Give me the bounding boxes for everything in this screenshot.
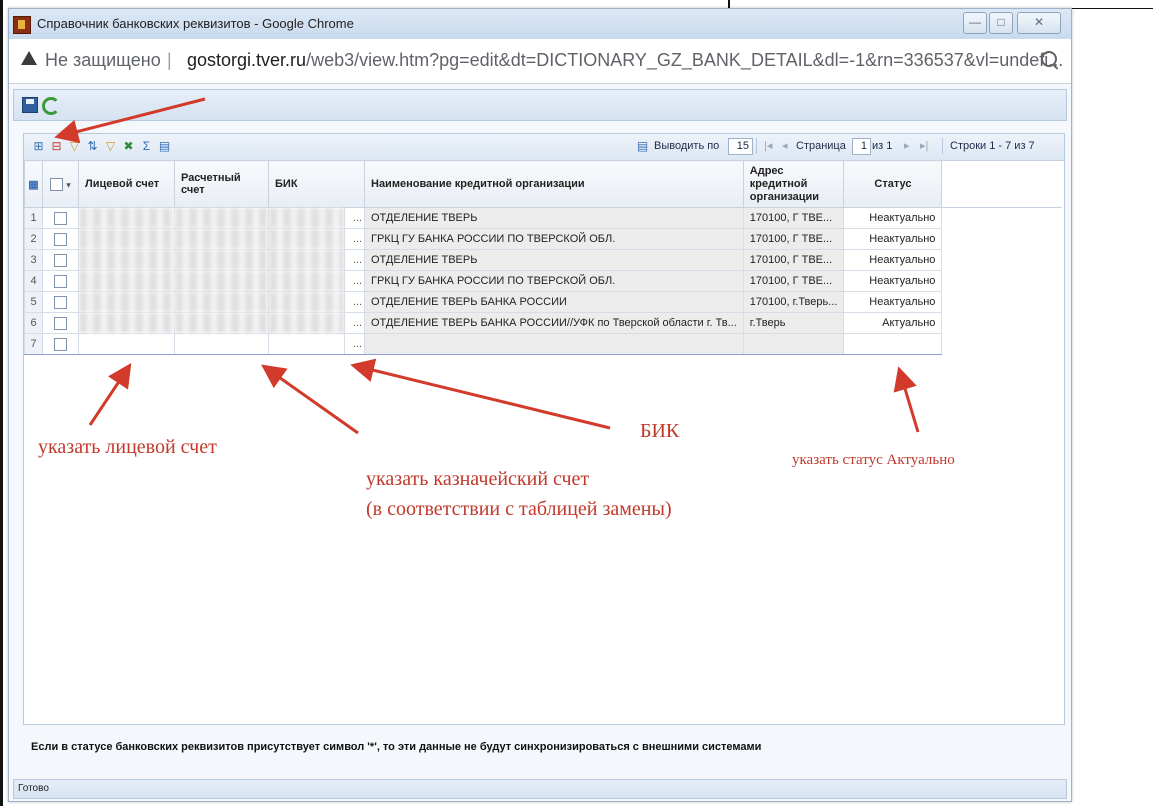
arrow-to-status [893, 366, 920, 433]
arrow-to-account [88, 363, 132, 426]
arrow-to-bik [350, 358, 611, 430]
annotation-bik: БИК [640, 420, 680, 442]
annotation-status: указать статус Актуально [792, 452, 955, 468]
annotation-arrows [54, 97, 920, 435]
annotation-treasury-line2: (в соответствии с таблицей замены) [366, 498, 672, 520]
annotation-account: указать лицевой счет [38, 436, 217, 458]
arrow-to-settlement [261, 364, 359, 435]
arrow-to-add-row [54, 97, 206, 144]
annotation-treasury-line1: указать казначейский счет [366, 468, 590, 490]
